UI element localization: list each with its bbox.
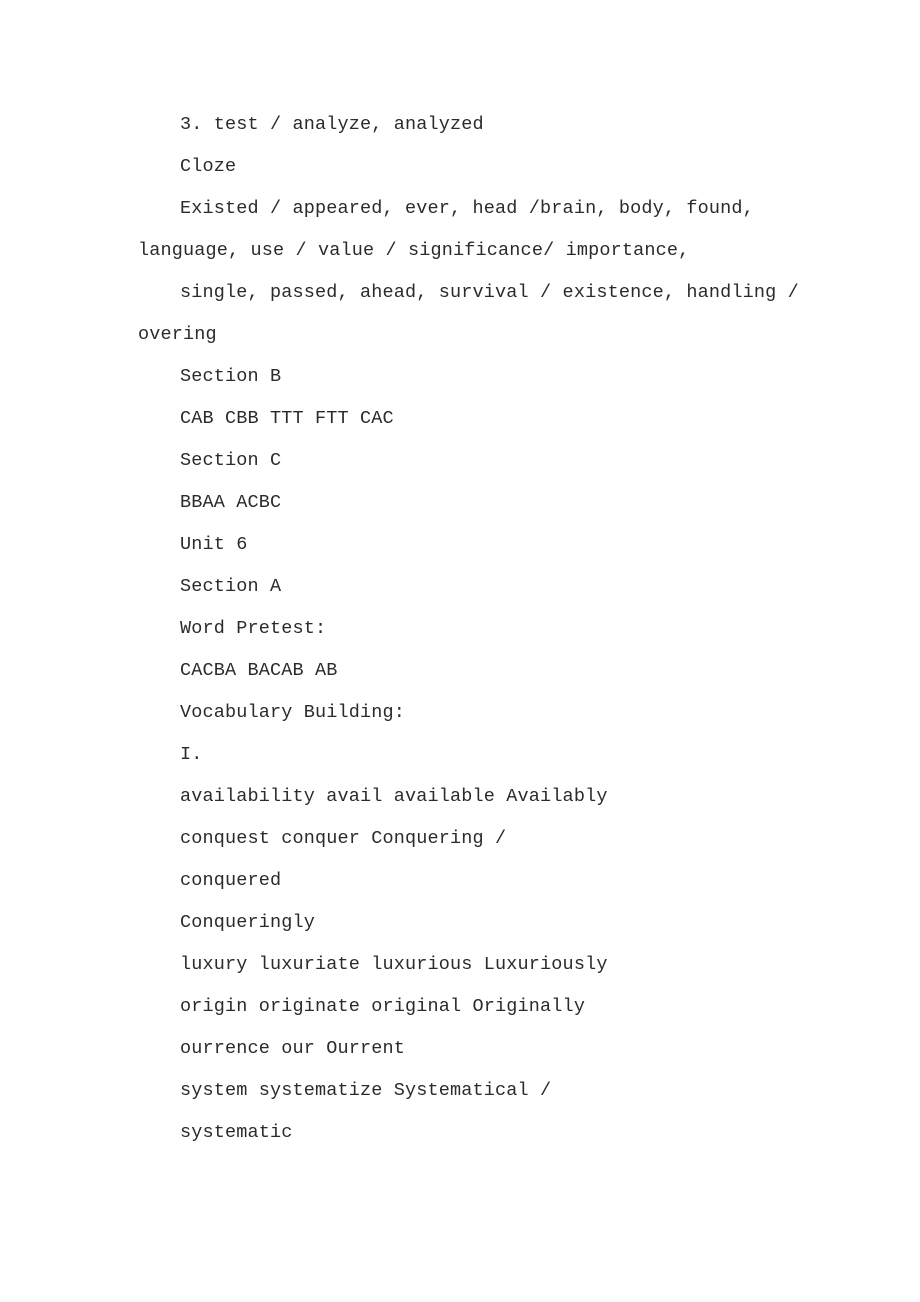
document-text-body: 3. test / analyze, analyzed Cloze Existed … — [138, 104, 799, 1154]
text-line: language, use / value / significance/ im… — [138, 240, 690, 261]
text-line: Section B — [180, 366, 282, 387]
text-line: Section C — [180, 450, 282, 471]
text-line: Section A — [180, 576, 282, 597]
text-line: overing — [138, 324, 217, 345]
text-line: Word Pretest: — [180, 618, 327, 639]
text-line: Unit 6 — [180, 534, 248, 555]
text-line: ourrence our Ourrent — [180, 1038, 406, 1059]
text-line: Cloze — [180, 156, 237, 177]
document-page: 3. test / analyze, analyzed Cloze Existed … — [0, 0, 920, 1302]
text-line: CACBA BACAB AB — [180, 660, 338, 681]
text-line: I. — [180, 744, 203, 765]
text-line: availability avail available Availably — [180, 786, 608, 807]
text-line: Vocabulary Building: — [180, 702, 406, 723]
text-line: conquest conquer Conquering / — [180, 828, 507, 849]
text-line: CAB CBB TTT FTT CAC — [180, 408, 394, 429]
text-line: Conqueringly — [180, 912, 316, 933]
text-line: single, passed, ahead, survival / existe… — [180, 282, 799, 303]
text-line: luxury luxuriate luxurious Luxuriously — [180, 954, 608, 975]
text-line: BBAA ACBC — [180, 492, 282, 513]
text-line: system systematize Systematical / — [180, 1080, 552, 1101]
text-line: 3. test / analyze, analyzed — [180, 114, 484, 135]
text-line: systematic — [180, 1122, 293, 1143]
text-line: Existed / appeared, ever, head /brain, b… — [180, 198, 754, 219]
text-line: conquered — [180, 870, 282, 891]
text-line: origin originate original Originally — [180, 996, 586, 1017]
